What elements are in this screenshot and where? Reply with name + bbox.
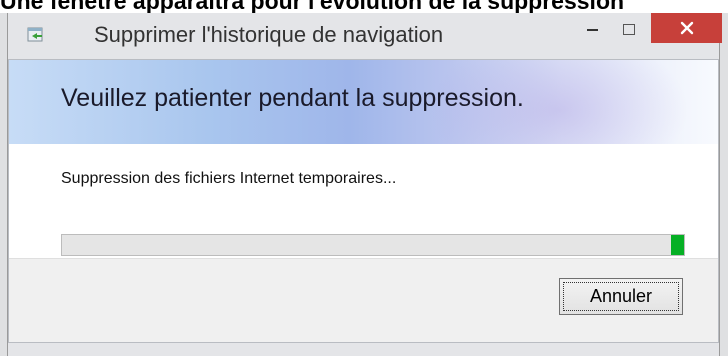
maximize-icon [623, 23, 635, 35]
app-icon [25, 24, 47, 46]
delete-history-dialog: Supprimer l'historique de navigation Veu… [0, 13, 728, 356]
dialog-frame: Supprimer l'historique de navigation Veu… [7, 13, 722, 356]
cancel-button[interactable]: Annuler [559, 278, 683, 315]
window-title: Supprimer l'historique de navigation [94, 22, 444, 47]
progress-bar [61, 234, 685, 256]
maximize-button[interactable] [615, 19, 643, 47]
minimize-icon [586, 29, 598, 31]
close-icon [680, 21, 693, 35]
dialog-body: Veuillez patienter pendant la suppressio… [8, 59, 719, 343]
close-button[interactable] [651, 13, 722, 43]
minimize-button[interactable] [578, 19, 606, 47]
focus-rectangle [563, 282, 679, 311]
status-text: Suppression des fichiers Internet tempor… [61, 170, 397, 187]
header-banner: Veuillez patienter pendant la suppressio… [9, 60, 718, 144]
banner-title: Veuillez patienter pendant la suppressio… [61, 84, 524, 112]
title-bar[interactable]: Supprimer l'historique de navigation [8, 13, 722, 59]
progress-fill [671, 235, 684, 255]
dialog-footer: Annuler [9, 258, 718, 342]
